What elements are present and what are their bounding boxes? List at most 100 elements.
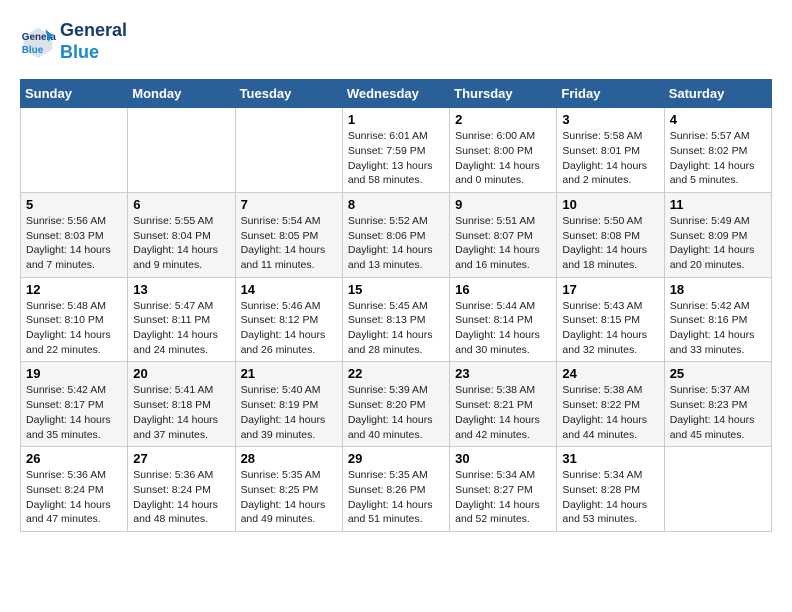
day-info: Sunrise: 5:41 AMSunset: 8:18 PMDaylight:…	[133, 383, 229, 442]
calendar-cell: 15Sunrise: 5:45 AMSunset: 8:13 PMDayligh…	[342, 277, 449, 362]
day-number: 17	[562, 282, 658, 297]
day-info: Sunrise: 5:46 AMSunset: 8:12 PMDaylight:…	[241, 299, 337, 358]
calendar-cell: 8 Sunrise: 5:52 AMSunset: 8:06 PMDaylight…	[342, 192, 449, 277]
day-number: 8	[348, 197, 444, 212]
weekday-header-sunday: Sunday	[21, 80, 128, 108]
calendar-cell: 12Sunrise: 5:48 AMSunset: 8:10 PMDayligh…	[21, 277, 128, 362]
calendar-cell: 4Sunrise: 5:57 AMSunset: 8:02 PMDaylight…	[664, 108, 771, 193]
logo: General Blue General Blue	[20, 20, 127, 63]
calendar-cell	[664, 447, 771, 532]
calendar-cell: 11Sunrise: 5:49 AMSunset: 8:09 PMDayligh…	[664, 192, 771, 277]
day-info: Sunrise: 6:00 AMSunset: 8:00 PMDaylight:…	[455, 129, 551, 188]
calendar-week-row: 19 Sunrise: 5:42 AMSunset: 8:17 PMDayligh…	[21, 362, 772, 447]
calendar-cell: 9 Sunrise: 5:51 AMSunset: 8:07 PMDaylight…	[450, 192, 557, 277]
calendar-week-row: 1 Sunrise: 6:01 AMSunset: 7:59 PMDaylight…	[21, 108, 772, 193]
calendar-cell: 7 Sunrise: 5:54 AMSunset: 8:05 PMDaylight…	[235, 192, 342, 277]
day-number: 2	[455, 112, 551, 127]
day-info: Sunrise: 5:45 AMSunset: 8:13 PMDaylight:…	[348, 299, 444, 358]
day-number: 9	[455, 197, 551, 212]
weekday-header-row: SundayMondayTuesdayWednesdayThursdayFrid…	[21, 80, 772, 108]
calendar-cell: 21Sunrise: 5:40 AMSunset: 8:19 PMDayligh…	[235, 362, 342, 447]
logo-icon: General Blue	[20, 24, 56, 60]
day-number: 11	[670, 197, 766, 212]
day-info: Sunrise: 5:54 AMSunset: 8:05 PMDaylight:…	[241, 214, 337, 273]
day-info: Sunrise: 5:42 AMSunset: 8:16 PMDaylight:…	[670, 299, 766, 358]
day-info: Sunrise: 5:50 AMSunset: 8:08 PMDaylight:…	[562, 214, 658, 273]
calendar-cell	[21, 108, 128, 193]
day-info: Sunrise: 6:01 AMSunset: 7:59 PMDaylight:…	[348, 129, 444, 188]
day-info: Sunrise: 5:56 AMSunset: 8:03 PMDaylight:…	[26, 214, 122, 273]
calendar-cell: 18 Sunrise: 5:42 AMSunset: 8:16 PMDayligh…	[664, 277, 771, 362]
calendar-cell: 24 Sunrise: 5:38 AMSunset: 8:22 PMDayligh…	[557, 362, 664, 447]
day-number: 13	[133, 282, 229, 297]
day-info: Sunrise: 5:42 AMSunset: 8:17 PMDaylight:…	[26, 383, 122, 442]
calendar-week-row: 26Sunrise: 5:36 AMSunset: 8:24 PMDayligh…	[21, 447, 772, 532]
day-info: Sunrise: 5:37 AMSunset: 8:23 PMDaylight:…	[670, 383, 766, 442]
weekday-header-tuesday: Tuesday	[235, 80, 342, 108]
calendar-cell: 6Sunrise: 5:55 AMSunset: 8:04 PMDaylight…	[128, 192, 235, 277]
day-info: Sunrise: 5:34 AMSunset: 8:28 PMDaylight:…	[562, 468, 658, 527]
day-number: 3	[562, 112, 658, 127]
calendar-cell: 20 Sunrise: 5:41 AMSunset: 8:18 PMDayligh…	[128, 362, 235, 447]
calendar-cell: 28 Sunrise: 5:35 AMSunset: 8:25 PMDayligh…	[235, 447, 342, 532]
calendar-cell: 3 Sunrise: 5:58 AMSunset: 8:01 PMDaylight…	[557, 108, 664, 193]
day-number: 18	[670, 282, 766, 297]
calendar-cell: 27 Sunrise: 5:36 AMSunset: 8:24 PMDayligh…	[128, 447, 235, 532]
day-number: 16	[455, 282, 551, 297]
day-number: 31	[562, 451, 658, 466]
day-number: 4	[670, 112, 766, 127]
calendar-cell: 30 Sunrise: 5:34 AMSunset: 8:27 PMDayligh…	[450, 447, 557, 532]
calendar-cell: 13 Sunrise: 5:47 AMSunset: 8:11 PMDayligh…	[128, 277, 235, 362]
weekday-header-friday: Friday	[557, 80, 664, 108]
day-info: Sunrise: 5:48 AMSunset: 8:10 PMDaylight:…	[26, 299, 122, 358]
day-info: Sunrise: 5:40 AMSunset: 8:19 PMDaylight:…	[241, 383, 337, 442]
day-info: Sunrise: 5:36 AMSunset: 8:24 PMDaylight:…	[133, 468, 229, 527]
day-number: 25	[670, 366, 766, 381]
day-info: Sunrise: 5:39 AMSunset: 8:20 PMDaylight:…	[348, 383, 444, 442]
day-info: Sunrise: 5:47 AMSunset: 8:11 PMDaylight:…	[133, 299, 229, 358]
calendar-table: SundayMondayTuesdayWednesdayThursdayFrid…	[20, 79, 772, 532]
calendar-cell: 19 Sunrise: 5:42 AMSunset: 8:17 PMDayligh…	[21, 362, 128, 447]
weekday-header-saturday: Saturday	[664, 80, 771, 108]
day-info: Sunrise: 5:43 AMSunset: 8:15 PMDaylight:…	[562, 299, 658, 358]
calendar-cell: 31 Sunrise: 5:34 AMSunset: 8:28 PMDayligh…	[557, 447, 664, 532]
weekday-header-thursday: Thursday	[450, 80, 557, 108]
day-number: 14	[241, 282, 337, 297]
day-number: 23	[455, 366, 551, 381]
calendar-cell: 16 Sunrise: 5:44 AMSunset: 8:14 PMDayligh…	[450, 277, 557, 362]
day-number: 19	[26, 366, 122, 381]
day-info: Sunrise: 5:35 AMSunset: 8:25 PMDaylight:…	[241, 468, 337, 527]
day-number: 22	[348, 366, 444, 381]
day-info: Sunrise: 5:38 AMSunset: 8:22 PMDaylight:…	[562, 383, 658, 442]
day-info: Sunrise: 5:35 AMSunset: 8:26 PMDaylight:…	[348, 468, 444, 527]
day-number: 1	[348, 112, 444, 127]
day-number: 28	[241, 451, 337, 466]
day-info: Sunrise: 5:51 AMSunset: 8:07 PMDaylight:…	[455, 214, 551, 273]
calendar-cell: 29Sunrise: 5:35 AMSunset: 8:26 PMDayligh…	[342, 447, 449, 532]
calendar-cell: 25 Sunrise: 5:37 AMSunset: 8:23 PMDayligh…	[664, 362, 771, 447]
day-info: Sunrise: 5:58 AMSunset: 8:01 PMDaylight:…	[562, 129, 658, 188]
day-info: Sunrise: 5:44 AMSunset: 8:14 PMDaylight:…	[455, 299, 551, 358]
calendar-cell: 2 Sunrise: 6:00 AMSunset: 8:00 PMDaylight…	[450, 108, 557, 193]
day-number: 5	[26, 197, 122, 212]
calendar-cell	[128, 108, 235, 193]
calendar-cell: 17 Sunrise: 5:43 AMSunset: 8:15 PMDayligh…	[557, 277, 664, 362]
day-number: 30	[455, 451, 551, 466]
day-number: 20	[133, 366, 229, 381]
calendar-cell: 22 Sunrise: 5:39 AMSunset: 8:20 PMDayligh…	[342, 362, 449, 447]
day-number: 10	[562, 197, 658, 212]
weekday-header-wednesday: Wednesday	[342, 80, 449, 108]
day-info: Sunrise: 5:38 AMSunset: 8:21 PMDaylight:…	[455, 383, 551, 442]
logo-text: General Blue	[60, 20, 127, 63]
day-number: 24	[562, 366, 658, 381]
day-number: 6	[133, 197, 229, 212]
calendar-cell: 10 Sunrise: 5:50 AMSunset: 8:08 PMDayligh…	[557, 192, 664, 277]
weekday-header-monday: Monday	[128, 80, 235, 108]
page-header: General Blue General Blue	[20, 20, 772, 63]
day-number: 27	[133, 451, 229, 466]
day-number: 7	[241, 197, 337, 212]
day-info: Sunrise: 5:52 AMSunset: 8:06 PMDaylight:…	[348, 214, 444, 273]
calendar-cell: 26Sunrise: 5:36 AMSunset: 8:24 PMDayligh…	[21, 447, 128, 532]
svg-text:Blue: Blue	[22, 44, 44, 55]
day-info: Sunrise: 5:34 AMSunset: 8:27 PMDaylight:…	[455, 468, 551, 527]
